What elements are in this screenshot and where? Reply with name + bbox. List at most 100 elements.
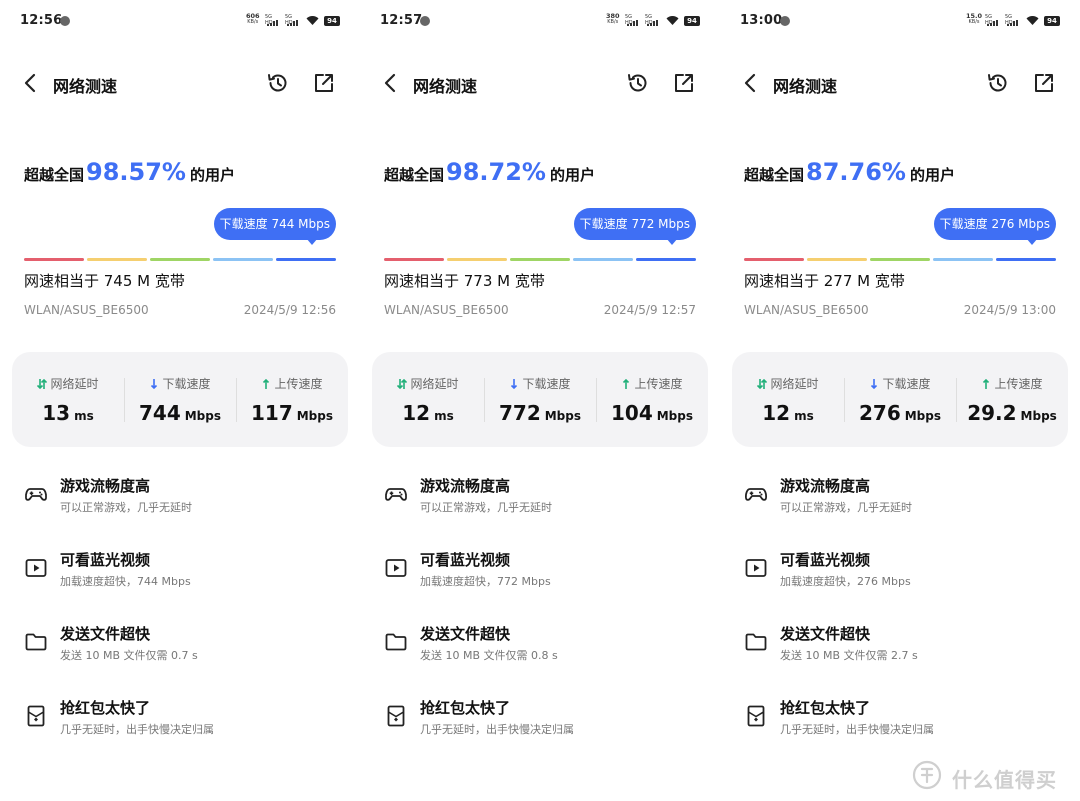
stat-unit: Mbps	[544, 409, 581, 423]
headline-suffix: 的用户	[909, 166, 955, 184]
status-bar: 12:57 380 KB/s 5G HD 5G HD 94	[360, 10, 720, 34]
stat-label: 网络延时	[770, 377, 819, 391]
stat-unit: ms	[794, 409, 814, 423]
history-icon[interactable]	[266, 71, 290, 95]
chevron-left-icon[interactable]	[20, 72, 42, 94]
stat-download: 下载速度 772 Mbps	[484, 352, 596, 447]
wifi-icon	[1026, 16, 1039, 25]
speed-scale-segment	[24, 258, 84, 261]
page-title: 网络测速	[413, 77, 478, 96]
headline-prefix: 超越全国	[24, 166, 85, 184]
test-datetime: 2024/5/9 12:57	[603, 303, 696, 317]
signal-icon: 5G HD	[1005, 14, 1021, 26]
stat-label: 网络延时	[410, 377, 459, 391]
status-net-speed: 606 KB/s	[246, 12, 260, 25]
stat-value: 12	[402, 401, 431, 425]
stat-download: 下载速度 744 Mbps	[124, 352, 236, 447]
status-notification-icon	[420, 16, 430, 26]
stat-value: 13	[42, 401, 71, 425]
gamepad-icon	[25, 488, 47, 501]
stat-unit: Mbps	[296, 409, 333, 423]
upload-arrow-icon	[983, 379, 990, 389]
feature-item-file: 发送文件超快 发送 10 MB 文件仅需 0.8 s	[360, 622, 720, 682]
share-external-icon[interactable]	[312, 71, 336, 95]
stat-download: 下载速度 276 Mbps	[844, 352, 956, 447]
speed-scale-segment	[447, 258, 507, 261]
gamepad-icon	[385, 488, 407, 501]
battery-icon: 94	[324, 16, 340, 26]
share-external-icon[interactable]	[672, 71, 696, 95]
history-icon[interactable]	[986, 71, 1010, 95]
feature-item-gaming: 游戏流畅度高 可以正常游戏，几乎无延时	[360, 474, 720, 534]
status-net-speed: 380 KB/s	[606, 12, 620, 25]
watermark: 什么值得买	[912, 760, 1072, 792]
feature-subtitle: 几乎无延时，出手快慢决定归属	[420, 723, 574, 736]
play-video-icon	[25, 559, 47, 577]
network-name: WLAN/ASUS_BE6500	[384, 303, 509, 317]
headline: 超越全国98.72% 的用户	[384, 158, 714, 186]
feature-item-file: 发送文件超快 发送 10 MB 文件仅需 2.7 s	[720, 622, 1080, 682]
feature-subtitle: 加载速度超快，772 Mbps	[420, 575, 551, 588]
bandwidth-equivalent: 网速相当于 277 M 宽带	[744, 272, 905, 290]
history-icon[interactable]	[626, 71, 650, 95]
feature-subtitle: 加载速度超快，276 Mbps	[780, 575, 911, 588]
red-envelope-icon	[27, 705, 45, 727]
feature-subtitle: 加载速度超快，744 Mbps	[60, 575, 191, 588]
stat-latency: 网络延时 12 ms	[372, 352, 484, 447]
stat-unit: ms	[74, 409, 94, 423]
feature-subtitle: 几乎无延时，出手快慢决定归属	[780, 723, 934, 736]
bubble-pointer	[1026, 238, 1038, 245]
share-external-icon[interactable]	[1032, 71, 1056, 95]
play-video-icon	[385, 559, 407, 577]
download-speed-bubble: 下载速度 772 Mbps	[573, 208, 696, 240]
stat-label: 上传速度	[274, 377, 323, 391]
stat-label: 下载速度	[882, 377, 931, 391]
stat-value: 772	[498, 401, 541, 425]
status-notification-icon	[780, 16, 790, 26]
stat-unit: Mbps	[184, 409, 221, 423]
red-envelope-icon	[747, 705, 765, 727]
stat-unit: Mbps	[904, 409, 941, 423]
signal-icon: 5G HD	[625, 14, 641, 26]
stat-label: 上传速度	[994, 377, 1043, 391]
red-envelope-icon	[387, 705, 405, 727]
speedtest-panel-1: 12:56 606 KB/s 5G HD 5G HD 94 网络测速 超越全国98…	[0, 0, 360, 801]
speed-scale-segment	[807, 258, 867, 261]
feature-title: 游戏流畅度高	[780, 477, 871, 495]
upload-arrow-icon	[623, 379, 630, 389]
stat-label: 上传速度	[634, 377, 683, 391]
battery-icon: 94	[684, 16, 700, 26]
battery-icon: 94	[1044, 16, 1060, 26]
headline-prefix: 超越全国	[384, 166, 445, 184]
watermark-logo-icon	[912, 760, 942, 790]
bubble-pointer	[306, 238, 318, 245]
feature-item-video: 可看蓝光视频 加载速度超快，744 Mbps	[0, 548, 360, 608]
wifi-icon	[306, 16, 319, 25]
headline-suffix: 的用户	[189, 166, 235, 184]
bandwidth-equivalent: 网速相当于 773 M 宽带	[384, 272, 545, 290]
feature-item-redpacket: 抢红包太快了 几乎无延时，出手快慢决定归属	[0, 696, 360, 756]
feature-item-gaming: 游戏流畅度高 可以正常游戏，几乎无延时	[720, 474, 1080, 534]
feature-subtitle: 几乎无延时，出手快慢决定归属	[60, 723, 214, 736]
stats-card: 网络延时 12 ms 下载速度 276 Mbps 上传速度 29.2 Mbps	[732, 352, 1068, 447]
latency-arrows-icon	[757, 379, 768, 389]
download-arrow-icon	[151, 379, 158, 389]
feature-title: 游戏流畅度高	[420, 477, 511, 495]
signal-icon: 5G HD	[285, 14, 301, 26]
latency-arrows-icon	[397, 379, 408, 389]
download-arrow-icon	[871, 379, 878, 389]
upload-arrow-icon	[263, 379, 270, 389]
status-time: 13:00	[740, 13, 783, 28]
feature-subtitle: 发送 10 MB 文件仅需 0.8 s	[420, 649, 558, 662]
headline-percent: 98.57%	[86, 158, 186, 186]
chevron-left-icon[interactable]	[740, 72, 762, 94]
stat-latency: 网络延时 12 ms	[732, 352, 844, 447]
stat-latency: 网络延时 13 ms	[12, 352, 124, 447]
speed-scale-segment	[933, 258, 993, 261]
feature-title: 可看蓝光视频	[420, 551, 511, 569]
bandwidth-equivalent: 网速相当于 745 M 宽带	[24, 272, 185, 290]
feature-title: 抢红包太快了	[420, 699, 511, 717]
speed-scale-segment	[87, 258, 147, 261]
chevron-left-icon[interactable]	[380, 72, 402, 94]
feature-item-file: 发送文件超快 发送 10 MB 文件仅需 0.7 s	[0, 622, 360, 682]
